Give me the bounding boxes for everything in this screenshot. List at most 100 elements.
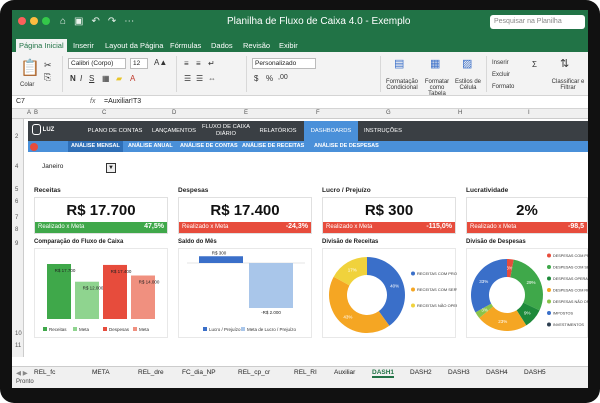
row-2[interactable]: 2 (15, 134, 18, 140)
cut-icon[interactable]: ✂ (44, 60, 52, 71)
currency-icon[interactable]: $ (254, 74, 258, 83)
align-top-icon[interactable]: ≡ (184, 59, 189, 68)
paste-icon[interactable]: 📋 (20, 58, 40, 78)
tab-view[interactable]: Exibir (276, 39, 301, 52)
format-table-label[interactable]: Formatar como Tabela (422, 79, 452, 97)
sheet-tab[interactable]: REL_dre (138, 369, 164, 376)
merge-icon[interactable]: ⇔ (208, 74, 216, 83)
save-icon[interactable]: ▣ (74, 16, 83, 27)
status-ready: Pronto (16, 379, 34, 385)
nav-relatorios[interactable]: RELATÓRIOS (254, 121, 302, 141)
row-9[interactable]: 9 (15, 241, 18, 247)
sheet-tab[interactable]: Auxiliar (334, 369, 355, 376)
underline-icon[interactable]: S (89, 74, 94, 83)
column-c[interactable]: C (102, 110, 106, 116)
cell-styles-icon[interactable]: ▨ (462, 57, 472, 70)
row-8[interactable]: 8 (15, 227, 18, 233)
sheet-tab[interactable]: REL_fc (34, 369, 55, 376)
column-a[interactable]: A (27, 110, 31, 116)
nav-fluxo-diario[interactable]: FLUXO DE CAIXA DIÁRIO (202, 121, 250, 141)
tab-home[interactable]: Página Inicial (16, 39, 67, 52)
sheet-nav-prev-icon[interactable]: ◀ ▶ (16, 369, 28, 377)
tab-page-layout[interactable]: Layout da Página (102, 39, 166, 52)
column-e[interactable]: E (244, 110, 248, 116)
delete-cells-button[interactable]: Excluir (492, 72, 510, 78)
insert-cells-button[interactable]: Inserir (492, 60, 509, 66)
sheet-tab[interactable]: DASH5 (524, 369, 546, 376)
nav-lancamentos[interactable]: LANÇAMENTOS (146, 121, 202, 141)
more-icon[interactable]: ⋯ (124, 16, 134, 27)
search-input[interactable]: Pesquisar na Planilha (490, 15, 585, 29)
font-size-select[interactable]: 12 (130, 58, 148, 69)
tab-data[interactable]: Dados (208, 39, 236, 52)
fx-icon[interactable]: fx (90, 98, 95, 105)
column-h[interactable]: H (458, 110, 462, 116)
nav-dashboards[interactable]: DASHBOARDS (304, 121, 358, 141)
minimize-window-icon[interactable] (30, 17, 38, 25)
close-window-icon[interactable] (18, 17, 26, 25)
row-6[interactable]: 6 (15, 199, 18, 205)
align-center-icon[interactable]: ☰ (196, 74, 203, 83)
tab-formulas[interactable]: Fórmulas (167, 39, 204, 52)
row-7[interactable]: 7 (15, 215, 18, 221)
nav-plano-de-contas[interactable]: PLANO DE CONTAS (84, 121, 146, 141)
sheet-tab[interactable]: REL_cp_cr (238, 369, 270, 376)
sort-filter-icon[interactable]: ⇅ (560, 57, 569, 70)
maximize-window-icon[interactable] (42, 17, 50, 25)
sheet-tab-active[interactable]: DASH1 (372, 369, 395, 378)
formula-input[interactable]: =Auxiliar!T3 (104, 98, 141, 105)
fill-color-icon[interactable]: ▰ (116, 74, 122, 83)
row-5[interactable]: 5 (15, 187, 18, 193)
percent-icon[interactable]: % (266, 74, 273, 83)
number-format-select[interactable]: Personalizado (252, 58, 316, 69)
chevron-down-icon[interactable]: ▼ (106, 163, 116, 173)
column-f[interactable]: F (316, 110, 320, 116)
cell-reference[interactable]: C7 (16, 98, 25, 105)
format-cells-button[interactable]: Formato (492, 84, 514, 90)
column-b[interactable]: B (34, 110, 38, 116)
sheet-tab[interactable]: REL_RI (294, 369, 317, 376)
wrap-text-icon[interactable]: ↵ (208, 59, 215, 68)
format-table-icon[interactable]: ▦ (430, 57, 440, 70)
font-grow-icon[interactable]: A▲ (154, 58, 167, 67)
sheet-tab[interactable]: FC_dia_NP (182, 369, 216, 376)
nav-instrucoes[interactable]: INSTRUÇÕES (360, 121, 406, 141)
subnav-analise-anual[interactable]: ANÁLISE ANUAL (128, 143, 173, 149)
back-button[interactable] (30, 143, 38, 151)
row-10[interactable]: 10 (15, 331, 22, 337)
column-i[interactable]: I (528, 110, 530, 116)
decimal-icon[interactable]: ,00 (278, 74, 288, 81)
font-color-icon[interactable]: A (130, 74, 135, 83)
paste-label[interactable]: Colar (20, 82, 34, 88)
italic-icon[interactable]: I (80, 74, 82, 83)
row-4[interactable]: 4 (15, 164, 18, 170)
subnav-analise-mensal[interactable]: ANÁLISE MENSAL (68, 141, 123, 152)
bold-icon[interactable]: N (70, 74, 76, 83)
tab-review[interactable]: Revisão (240, 39, 273, 52)
column-d[interactable]: D (172, 110, 176, 116)
conditional-format-icon[interactable]: ▤ (394, 57, 404, 70)
redo-icon[interactable]: ↷ (108, 16, 116, 27)
sort-filter-label[interactable]: Classificar e Filtrar (550, 79, 586, 91)
sheet-tab[interactable]: META (92, 369, 110, 376)
autosum-icon[interactable]: Σ (532, 60, 537, 69)
align-left-icon[interactable]: ☰ (184, 74, 191, 83)
borders-icon[interactable]: ▦ (102, 74, 110, 83)
sheet-tab[interactable]: DASH3 (448, 369, 470, 376)
conditional-format-label[interactable]: Formatação Condicional (384, 79, 420, 91)
font-name-select[interactable]: Calibri (Corpo) (68, 58, 126, 69)
month-select[interactable]: Janeiro ▼ (42, 163, 122, 174)
column-g[interactable]: G (386, 110, 391, 116)
sheet-tab[interactable]: DASH4 (486, 369, 508, 376)
copy-icon[interactable]: ⎘ (44, 72, 51, 83)
row-11[interactable]: 11 (15, 343, 21, 349)
home-icon[interactable]: ⌂ (60, 16, 66, 27)
subnav-analise-despesas[interactable]: ANÁLISE DE DESPESAS (314, 143, 379, 149)
cell-styles-label[interactable]: Estilos de Célula (455, 79, 481, 91)
subnav-analise-contas[interactable]: ANÁLISE DE CONTAS (180, 143, 238, 149)
sheet-tab[interactable]: DASH2 (410, 369, 432, 376)
undo-icon[interactable]: ↶ (92, 16, 100, 27)
subnav-analise-receitas[interactable]: ANÁLISE DE RECEITAS (242, 143, 304, 149)
tab-insert[interactable]: Inserir (70, 39, 97, 52)
align-middle-icon[interactable]: ≡ (196, 59, 201, 68)
